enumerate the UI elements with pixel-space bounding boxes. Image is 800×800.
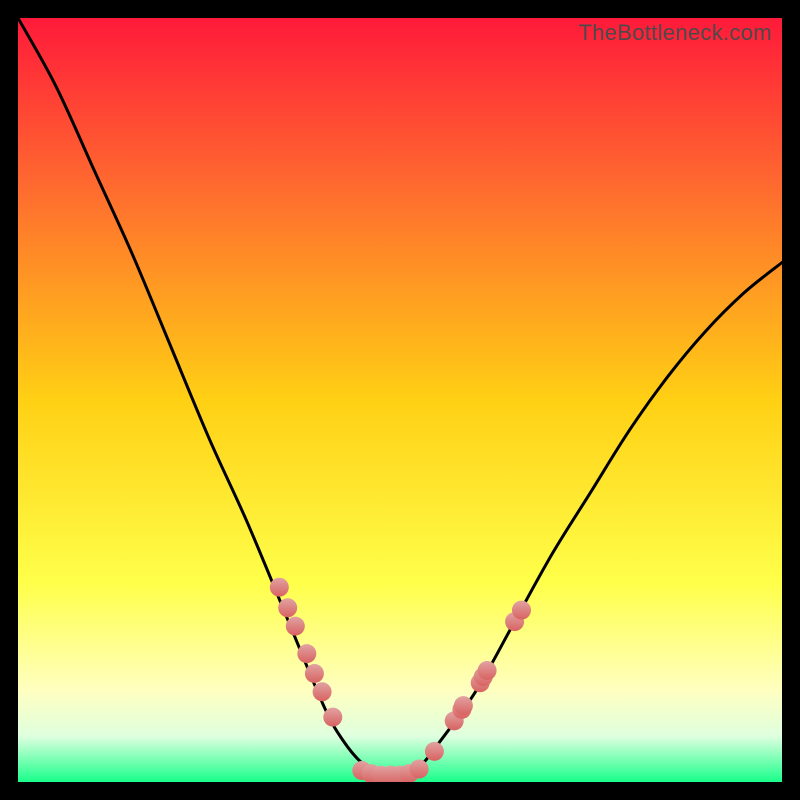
curve-marker [278, 598, 297, 617]
curve-marker [425, 742, 444, 761]
curve-marker [297, 644, 316, 663]
curve-marker [410, 760, 429, 779]
curve-marker [454, 696, 473, 715]
bottleneck-curve [18, 18, 782, 782]
curve-marker [270, 578, 289, 597]
curve-marker [305, 664, 324, 683]
curve-marker [478, 661, 497, 680]
plot-frame: TheBottleneck.com [18, 18, 782, 782]
watermark-text: TheBottleneck.com [579, 20, 772, 46]
curve-marker [512, 601, 531, 620]
curve-marker [313, 682, 332, 701]
curve-marker [323, 708, 342, 727]
curve-marker [286, 617, 305, 636]
curve-markers [270, 578, 531, 782]
